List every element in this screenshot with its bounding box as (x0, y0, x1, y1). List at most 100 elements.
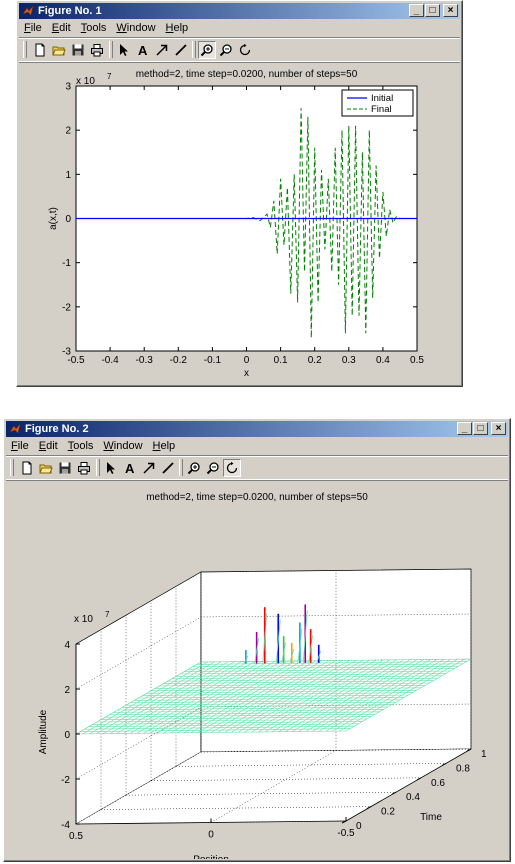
figure2-surface-chart[interactable]: method=2, time step=0.0200, number of st… (6, 479, 508, 864)
figure2-plot-area: method=2, time step=0.0200, number of st… (6, 479, 508, 864)
y-tick-label: 1 (65, 170, 71, 181)
insert-arrow-button[interactable] (140, 459, 158, 477)
minimize-button[interactable]: _ (409, 4, 424, 17)
insert-text-icon: A (138, 43, 148, 57)
new-figure-button[interactable] (31, 41, 49, 59)
minimize-button[interactable]: _ (457, 422, 472, 435)
maximize-button[interactable]: □ (425, 4, 440, 17)
new-figure-button[interactable] (18, 459, 36, 477)
rotate-3d-icon (226, 461, 238, 474)
insert-text-button[interactable]: A (134, 41, 152, 59)
matlab-logo-icon (22, 5, 34, 16)
open-file-button[interactable] (50, 41, 68, 59)
zoom-out-icon (206, 462, 219, 475)
close-button[interactable]: × (443, 4, 458, 17)
insert-arrow-icon (156, 44, 168, 56)
figure1-titlebar[interactable]: Figure No. 1 _ □ × (19, 3, 460, 19)
menu-edit[interactable]: Edit (34, 440, 63, 452)
y-exponent-power: 7 (107, 72, 112, 81)
menu-window[interactable]: Window (111, 22, 160, 34)
insert-text-icon: A (125, 461, 135, 475)
toolbar-grip[interactable] (10, 459, 14, 476)
zoom-out-button[interactable] (217, 41, 235, 59)
edit-plot-arrow-button[interactable] (115, 41, 133, 59)
toolbar-separator (192, 41, 196, 58)
chart-title: method=2, time step=0.0200, number of st… (146, 492, 368, 503)
zoom-in-button[interactable] (198, 41, 216, 59)
open-file-button[interactable] (37, 459, 55, 477)
y-tick-label: 0 (65, 214, 71, 225)
figure1-window: Figure No. 1 _ □ × File Edit Tools Window He… (16, 0, 463, 387)
rotate-3d-button[interactable] (236, 41, 254, 59)
print-button[interactable] (75, 459, 93, 477)
rotate-3d-icon (239, 43, 251, 56)
y-axis-label: a(x,t) (48, 207, 59, 230)
menu-tools[interactable]: Tools (76, 22, 112, 34)
figure1-menubar: File Edit Tools Window Help (19, 20, 460, 36)
insert-line-button[interactable] (172, 41, 190, 59)
figure2-toolbar: A (6, 455, 508, 480)
menu-tools[interactable]: Tools (63, 440, 99, 452)
z-tick-label: 0 (64, 730, 70, 741)
zoom-out-button[interactable] (204, 459, 222, 477)
print-button[interactable] (88, 41, 106, 59)
insert-line-button[interactable] (159, 459, 177, 477)
legend-final-label: Final (371, 104, 392, 115)
x-tick-label: -0.2 (170, 355, 188, 366)
x-tick-label: 0.2 (308, 355, 322, 366)
y-tick-label: 0.8 (456, 763, 470, 774)
z-tick-label: 2 (64, 685, 70, 696)
close-button[interactable]: × (491, 422, 506, 435)
menu-file[interactable]: File (6, 440, 34, 452)
zoom-in-button[interactable] (185, 459, 203, 477)
x-tick-label: 0.3 (342, 355, 356, 366)
legend-initial-label: Initial (371, 93, 393, 104)
x-tick-label: 0.1 (274, 355, 288, 366)
x-tick-label: -0.5 (337, 828, 355, 839)
insert-text-button[interactable]: A (121, 459, 139, 477)
save-icon (59, 462, 71, 474)
x-tick-label: -0.4 (101, 355, 119, 366)
x-tick-label: 0.4 (376, 355, 390, 366)
menu-help[interactable]: Help (148, 440, 181, 452)
figure2-titlebar[interactable]: Figure No. 2 _ □ × (6, 421, 508, 437)
zoom-out-icon (219, 44, 232, 57)
maximize-button[interactable]: □ (473, 422, 488, 435)
save-button[interactable] (69, 41, 87, 59)
menu-file[interactable]: File (19, 22, 47, 34)
edit-plot-arrow-button[interactable] (102, 459, 120, 477)
y-tick-label: -1 (62, 258, 71, 269)
insert-arrow-button[interactable] (153, 41, 171, 59)
y-tick-label: -2 (62, 302, 71, 313)
figure2-menubar: File Edit Tools Window Help (6, 438, 508, 454)
figure1-title: Figure No. 1 (38, 5, 102, 17)
z-tick-label: -4 (61, 820, 70, 831)
x-axis-label: x (244, 368, 249, 379)
menu-help[interactable]: Help (161, 22, 194, 34)
menu-window[interactable]: Window (98, 440, 147, 452)
x-tick-label: -0.3 (136, 355, 154, 366)
toolbar-separator (109, 41, 113, 58)
rotate-3d-button[interactable] (223, 459, 241, 477)
toolbar-grip[interactable] (23, 41, 27, 58)
edit-plot-arrow-icon (120, 44, 128, 56)
x-tick-label: 0.5 (410, 355, 424, 366)
toolbar-separator (179, 459, 183, 476)
menu-edit[interactable]: Edit (47, 22, 76, 34)
y-tick-label: 3 (65, 82, 71, 93)
y-axis-label: Time (420, 812, 442, 823)
zoom-in-icon (187, 462, 200, 475)
insert-line-icon (162, 462, 174, 474)
insert-arrow-icon (143, 462, 155, 474)
matlab-logo-icon (9, 423, 21, 434)
print-icon (91, 44, 103, 57)
open-file-icon (52, 46, 66, 56)
figure2-title: Figure No. 2 (25, 423, 89, 435)
z-exponent-label: x 10 (74, 614, 93, 625)
save-button[interactable] (56, 459, 74, 477)
z-tick-label: -2 (61, 775, 70, 786)
y-tick-label: 2 (65, 126, 71, 137)
y-tick-label: 0 (356, 821, 362, 832)
figure1-line-chart[interactable]: method=2, time step=0.0200, number of st… (19, 61, 460, 384)
z-tick-label: 4 (64, 640, 70, 651)
